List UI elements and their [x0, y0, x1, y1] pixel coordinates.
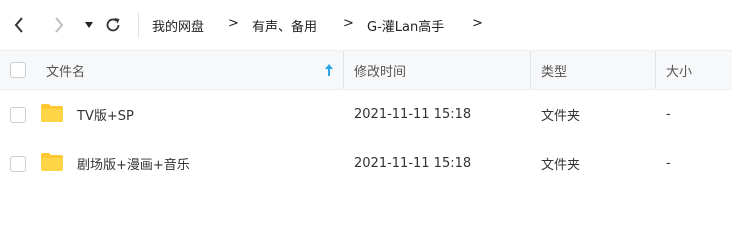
- table-row[interactable]: TV版+SP 2021-11-11 15:18 文件夹 -: [0, 90, 732, 139]
- column-header-size[interactable]: 大小: [666, 51, 692, 89]
- column-header-modified-label: 修改时间: [354, 64, 407, 80]
- row-checkbox[interactable]: [10, 156, 26, 172]
- column-divider[interactable]: [530, 51, 531, 89]
- column-header-size-label: 大小: [666, 64, 693, 80]
- column-header-type[interactable]: 类型: [541, 51, 567, 89]
- toolbar: 我的网盘 > 有声、备用 > G-灌Lan高手 >: [0, 0, 732, 49]
- row-checkbox[interactable]: [10, 107, 26, 123]
- file-name[interactable]: 剧场版+漫画+音乐: [77, 139, 190, 188]
- table-row[interactable]: 剧场版+漫画+音乐 2021-11-11 15:18 文件夹 -: [0, 139, 732, 188]
- column-header-name-label: 文件名: [46, 64, 86, 80]
- file-size: -: [666, 107, 671, 122]
- file-name[interactable]: TV版+SP: [77, 90, 134, 139]
- file-size: -: [666, 156, 671, 171]
- table-header: 文件名 修改时间 类型 大小: [0, 50, 732, 90]
- folder-icon: [41, 153, 63, 171]
- breadcrumb-separator: >: [228, 16, 239, 31]
- select-all-checkbox[interactable]: [10, 62, 26, 78]
- breadcrumb-separator: >: [472, 16, 483, 31]
- toolbar-divider: [138, 12, 139, 38]
- back-button[interactable]: [8, 12, 30, 38]
- folder-icon: [41, 104, 63, 122]
- column-header-type-label: 类型: [541, 64, 568, 80]
- breadcrumb-item-backup[interactable]: 有声、备用: [252, 16, 317, 35]
- breadcrumb-item-root[interactable]: 我的网盘: [152, 16, 204, 35]
- column-divider[interactable]: [655, 51, 656, 89]
- column-header-modified[interactable]: 修改时间: [354, 51, 406, 89]
- file-type: 文件夹: [541, 158, 581, 173]
- sort-up-arrow-icon[interactable]: [324, 63, 334, 77]
- caret-down-icon: [85, 22, 93, 28]
- breadcrumb-separator: >: [343, 16, 354, 31]
- forward-button[interactable]: [48, 12, 70, 38]
- history-dropdown-button[interactable]: [78, 12, 100, 38]
- refresh-button[interactable]: [102, 12, 124, 38]
- file-type: 文件夹: [541, 109, 581, 124]
- file-modified: 2021-11-11 15:18: [354, 156, 472, 171]
- chevron-right-icon: [55, 17, 64, 33]
- breadcrumb-item-current[interactable]: G-灌Lan高手: [367, 16, 444, 35]
- column-divider[interactable]: [343, 51, 344, 89]
- column-header-name[interactable]: 文件名: [46, 51, 85, 89]
- refresh-icon: [106, 18, 120, 32]
- file-modified: 2021-11-11 15:18: [354, 107, 472, 122]
- chevron-left-icon: [14, 17, 23, 33]
